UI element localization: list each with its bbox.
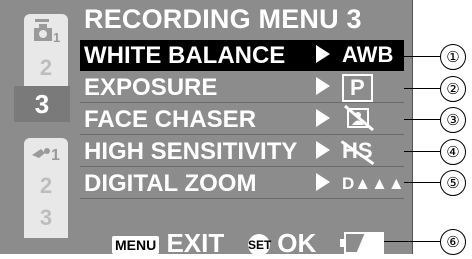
tab-bot-3[interactable]: 3	[24, 204, 68, 232]
callout-line-3	[404, 119, 440, 120]
callout-line-2	[404, 88, 440, 89]
high-sensitivity-off-value: HS	[342, 138, 373, 163]
tab-bot-2[interactable]: 2	[24, 172, 68, 200]
exposure-program-badge: P	[342, 74, 373, 102]
menu-item-value: AWB	[342, 42, 394, 67]
page-title: RECORDING MENU 3	[84, 4, 362, 34]
callout-2: ②	[440, 76, 466, 102]
divider	[80, 166, 404, 167]
callout-3: ③	[440, 107, 466, 133]
menu-item-digital-zoom[interactable]: DIGITAL ZOOM D▲▲▲	[80, 168, 405, 199]
callout-4: ④	[440, 139, 466, 165]
exit-hint[interactable]: MENU EXIT	[112, 228, 224, 259]
camera-icon: 1	[24, 16, 68, 48]
digital-zoom-value: D▲▲▲	[342, 174, 405, 193]
face-chaser-off-icon	[342, 104, 376, 138]
callout-line-1	[404, 56, 440, 57]
arrow-right-icon	[316, 109, 330, 127]
tab-top-2-label: 2	[39, 55, 53, 80]
divider	[80, 198, 404, 199]
tab-bot-1-num: 1	[51, 147, 60, 164]
menu-item-high-sensitivity[interactable]: HIGH SENSITIVITY HS	[80, 136, 404, 167]
divider	[80, 134, 404, 135]
setup-icon[interactable]: 1	[24, 138, 68, 168]
tab-top-1-num: 1	[53, 30, 60, 45]
tab-top-3-label: 3	[34, 88, 50, 119]
menu-item-exposure[interactable]: EXPOSURE P	[80, 72, 404, 103]
tab-top-3-active[interactable]: 3	[14, 86, 70, 122]
tab-bot-2-label: 2	[39, 173, 53, 198]
camera-screen: 1 2 3 1 2 3 RECORDING MENU 3 WHITE BALAN…	[0, 0, 413, 258]
callout-line-6	[384, 241, 440, 242]
menu-item-label: FACE CHASER	[84, 106, 257, 133]
tab-top-2[interactable]: 2	[24, 52, 68, 84]
menu-button-icon: MENU	[112, 236, 160, 255]
divider	[80, 102, 404, 103]
callout-5: ⑤	[440, 170, 466, 196]
arrow-right-icon	[316, 77, 330, 95]
callout-1: ①	[440, 44, 466, 70]
ok-hint[interactable]: SET OK	[248, 228, 316, 259]
menu-item-white-balance[interactable]: WHITE BALANCE AWB	[80, 40, 404, 71]
arrow-right-icon	[316, 141, 330, 159]
arrow-right-icon	[316, 173, 330, 191]
set-button-icon: SET	[248, 234, 271, 257]
menu-item-label: EXPOSURE	[84, 74, 218, 101]
callout-6: ⑥	[440, 229, 466, 255]
callout-line-4	[404, 151, 440, 152]
menu-item-label: DIGITAL ZOOM	[84, 170, 257, 197]
menu-item-label: WHITE BALANCE	[84, 42, 286, 69]
menu-item-label: HIGH SENSITIVITY	[84, 138, 298, 165]
callout-line-5	[404, 182, 440, 183]
menu-item-value: P	[342, 74, 373, 102]
tab-bot-3-label: 3	[39, 205, 53, 230]
arrow-right-icon	[316, 45, 330, 63]
menu-item-face-chaser[interactable]: FACE CHASER	[80, 104, 404, 135]
battery-icon	[340, 232, 384, 254]
battery-level	[356, 234, 382, 252]
